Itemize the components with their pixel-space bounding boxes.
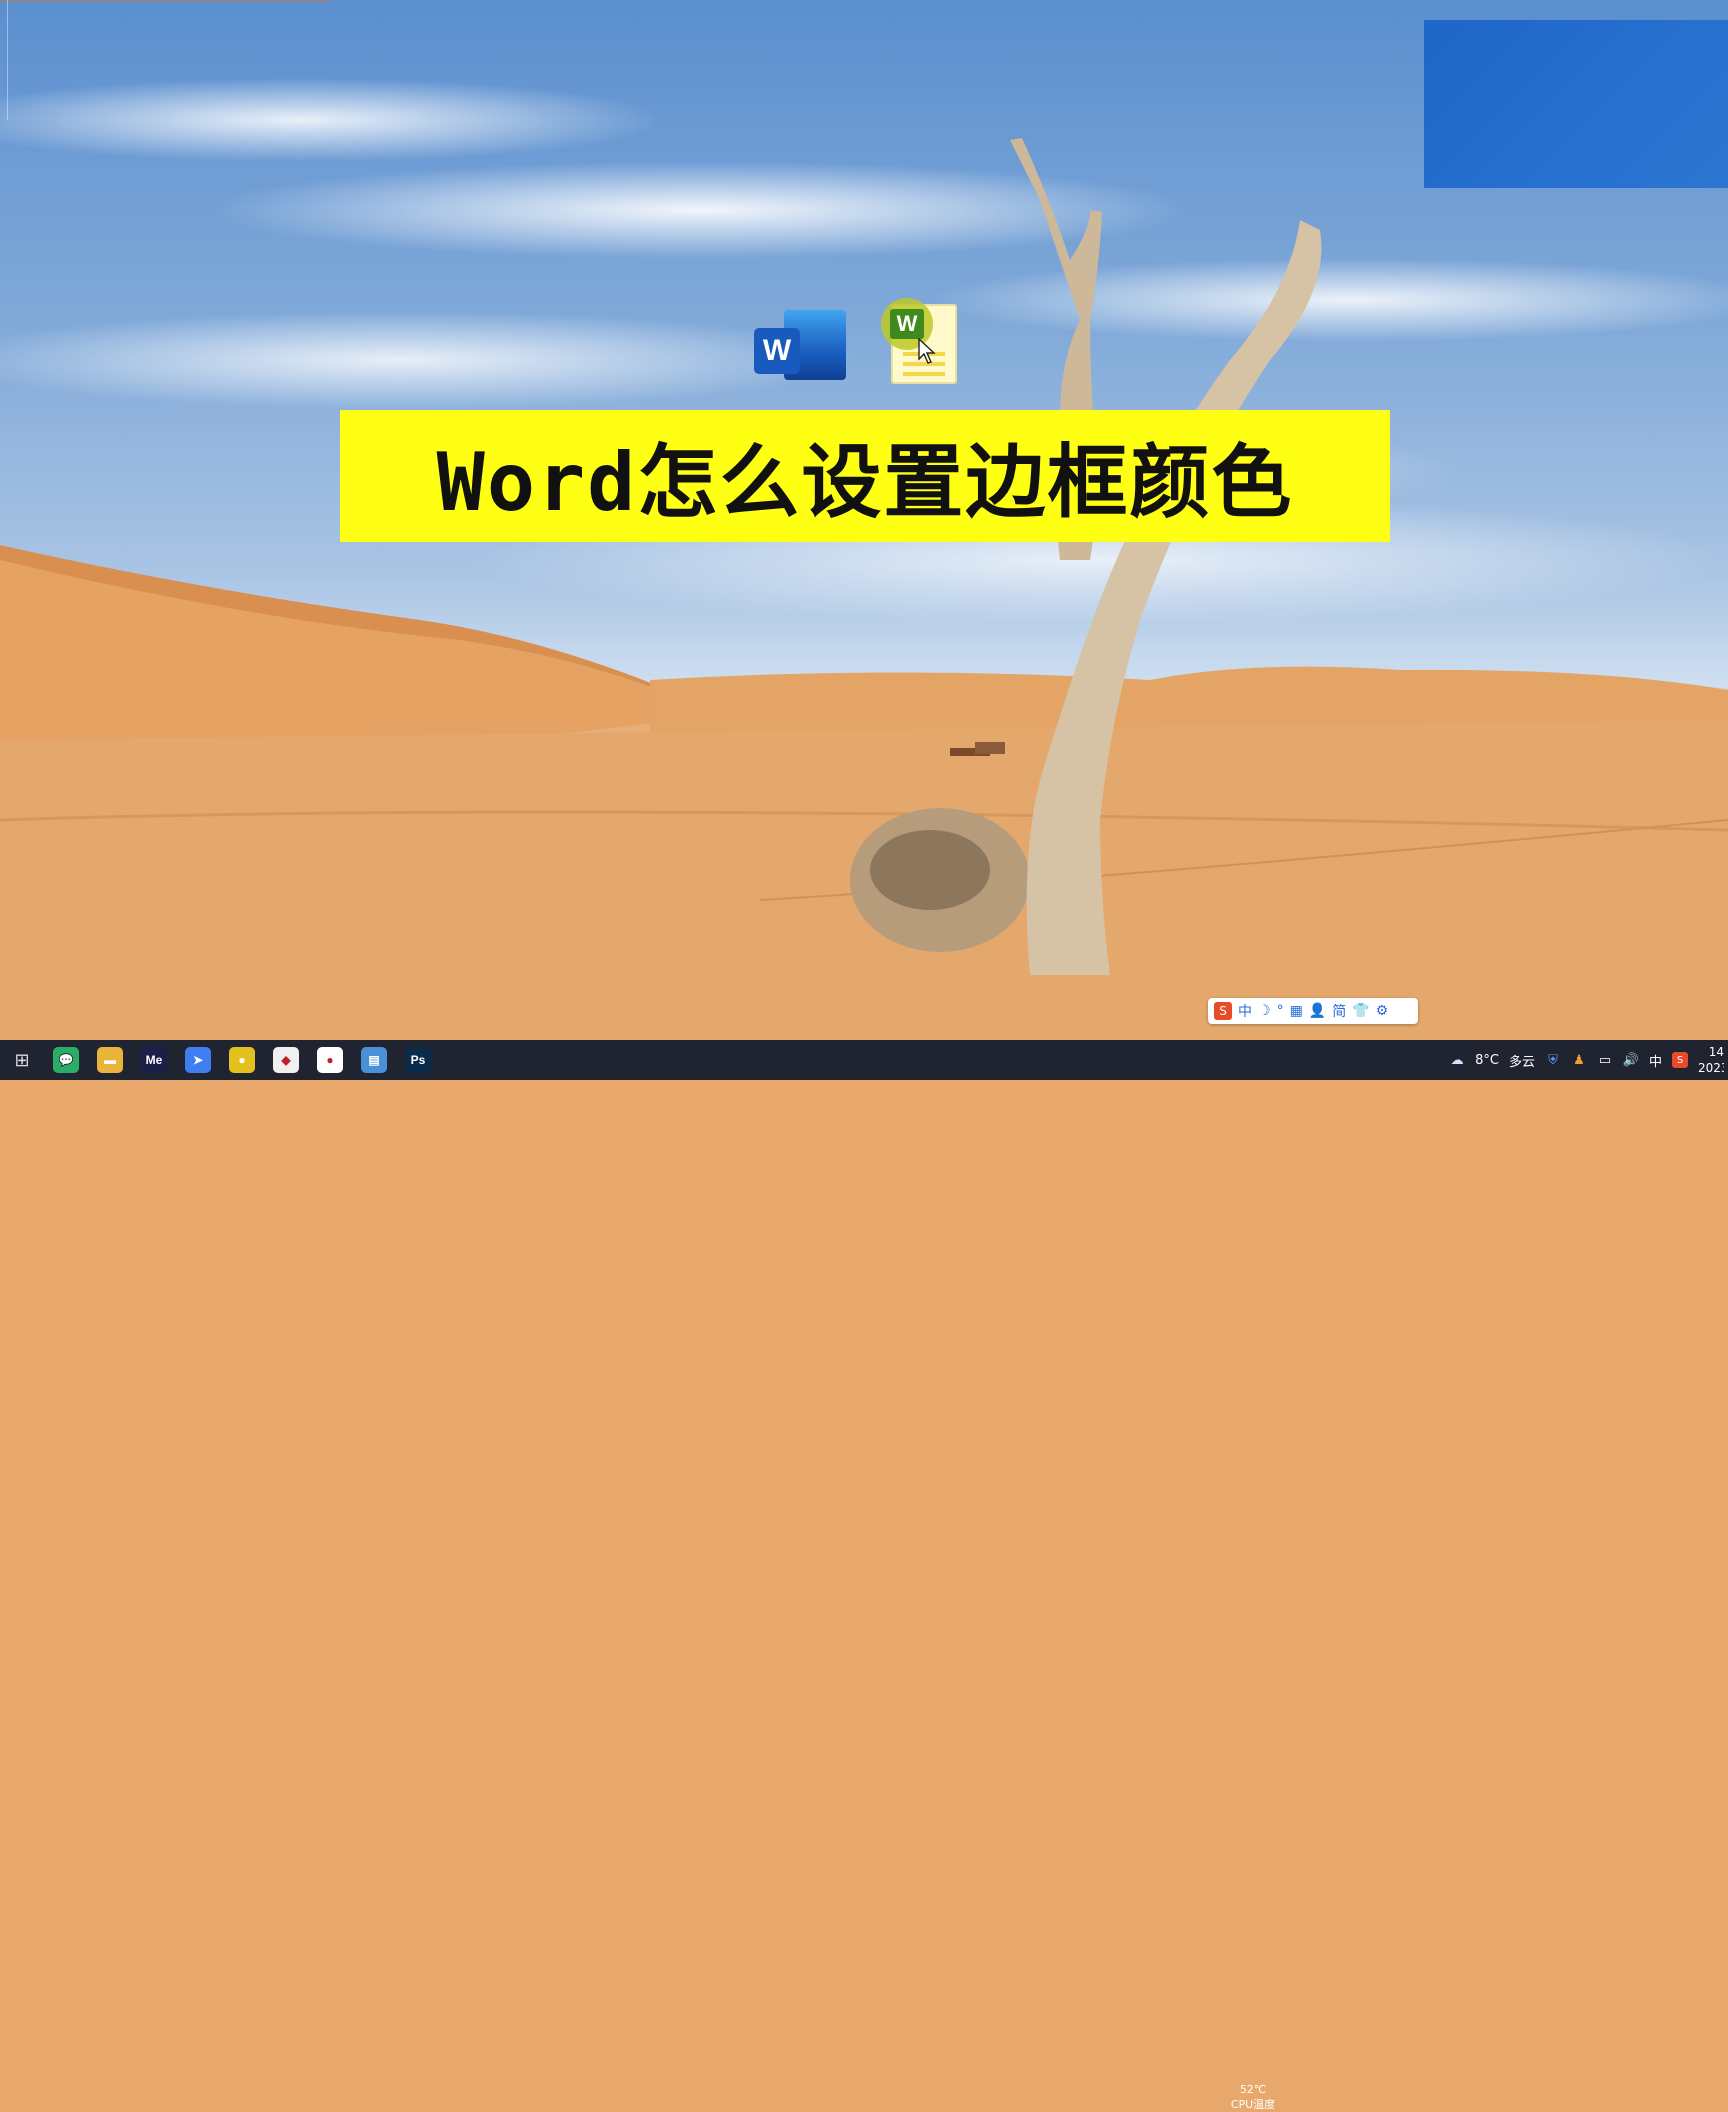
title-banner: Word怎么设置边框颜色 <box>340 410 1390 542</box>
sogou-tray-icon[interactable]: S <box>1672 1052 1688 1068</box>
sogou-logo-icon[interactable]: S <box>1214 1002 1232 1020</box>
desktop-icon-document[interactable]: W <box>868 298 964 408</box>
user-icon[interactable]: 👤 <box>1309 1003 1326 1019</box>
taskbar-app[interactable]: ▤ <box>352 1040 396 1080</box>
settings-icon[interactable]: ⚙ <box>1376 1003 1389 1019</box>
record-icon: ● <box>317 1047 343 1073</box>
shield-icon[interactable]: ⛨ <box>1545 1052 1561 1068</box>
taskbar-app[interactable]: ▬ <box>88 1040 132 1080</box>
cpu-temperature[interactable]: 52℃ CPU温度 <box>1218 2082 1288 2112</box>
weather-temp[interactable]: 8°C <box>1475 1053 1499 1068</box>
word-app-icon: W <box>754 302 846 384</box>
simplified-toggle[interactable]: 简 <box>1332 1001 1346 1021</box>
feishu-icon: ➤ <box>185 1047 211 1073</box>
taskbar-app[interactable]: Me <box>132 1040 176 1080</box>
dropbox-icon: ◆ <box>273 1047 299 1073</box>
cpu-temp-label: CPU温度 <box>1230 2098 1276 2111</box>
photoshop-icon: Ps <box>405 1047 431 1073</box>
taskbar-app[interactable]: ◆ <box>264 1040 308 1080</box>
wps-document-icon: W <box>881 298 957 384</box>
taskbar-app[interactable]: Ps <box>396 1040 440 1080</box>
taskbar: ⊞ 💬 ▬ Me ➤ ● ◆ ● ▤ Ps 52℃ CPU温度 ☁ 8°C 多云 ⛨ ♟ ▭ 🔊… <box>0 1040 1728 2111</box>
desktop-icon-word[interactable]: W <box>752 302 848 412</box>
chrome-icon: ● <box>229 1047 255 1073</box>
ime-indicator[interactable]: 中 <box>1649 1051 1662 1070</box>
task-view-button[interactable]: ⊞ <box>0 1040 44 1080</box>
task-view-icon: ⊞ <box>14 1049 30 1071</box>
system-tray: ☁ 8°C 多云 ⛨ ♟ ▭ 🔊 中 S 14 2023 <box>1449 1040 1728 1080</box>
keyboard-icon[interactable]: ▦ <box>1290 1003 1303 1019</box>
people-icon[interactable]: ♟ <box>1571 1052 1587 1068</box>
volume-icon[interactable]: 🔊 <box>1623 1052 1639 1068</box>
desktop-wallpaper: W W Word怎么设置边框颜色 S 中 ☽ ° ▦ 👤 简 👕 ⚙ <box>0 0 1728 1040</box>
cloud-icon[interactable]: ☁ <box>1449 1052 1465 1068</box>
clock-time: 14 <box>1708 1045 1724 1059</box>
banner-title: Word怎么设置边框颜色 <box>436 436 1294 529</box>
taskbar-app[interactable]: ● <box>220 1040 264 1080</box>
ime-toolbar[interactable]: S 中 ☽ ° ▦ 👤 简 👕 ⚙ <box>1208 998 1418 1024</box>
punct-icon[interactable]: ° <box>1277 1003 1284 1019</box>
taskbar-app[interactable]: ● <box>308 1040 352 1080</box>
moon-icon[interactable]: ☽ <box>1258 1003 1271 1019</box>
weather-desc[interactable]: 多云 <box>1509 1051 1535 1070</box>
file-explorer-icon: ▬ <box>97 1047 123 1073</box>
taskbar-app[interactable]: 💬 <box>44 1040 88 1080</box>
ime-mode[interactable]: 中 <box>1238 1001 1252 1021</box>
clock[interactable]: 14 2023 <box>1698 1044 1724 1076</box>
network-icon[interactable]: ▭ <box>1597 1052 1613 1068</box>
wechat-icon: 💬 <box>53 1047 79 1073</box>
media-encoder-icon: Me <box>141 1047 167 1073</box>
skin-icon[interactable]: 👕 <box>1352 1003 1369 1019</box>
taskbar-app[interactable]: ➤ <box>176 1040 220 1080</box>
clock-date: 2023 <box>1698 1061 1724 1075</box>
cpu-temp-value: 52℃ <box>1239 2083 1267 2096</box>
mouse-cursor-icon <box>918 338 936 364</box>
taskbar-apps: 💬 ▬ Me ➤ ● ◆ ● ▤ Ps <box>44 1040 440 1080</box>
folder-icon: ▤ <box>361 1047 387 1073</box>
